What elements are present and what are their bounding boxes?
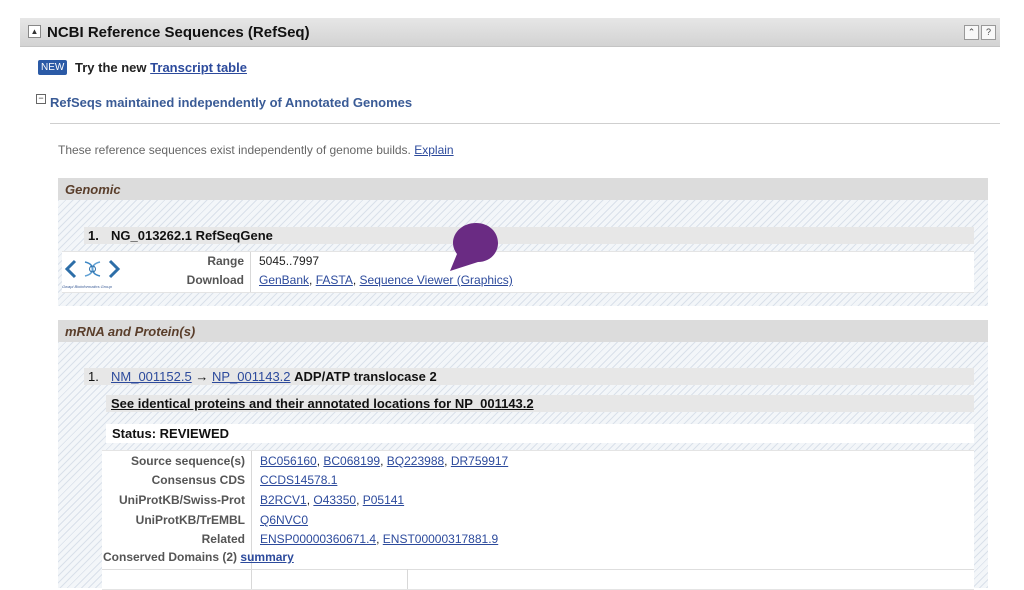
mrna-description: ADP/ATP translocase 2 (294, 369, 437, 384)
source-link[interactable]: DR759917 (451, 454, 508, 468)
conserved-domains: Conserved Domains (2) summary (103, 550, 294, 564)
genomic-item-header: 1. NG_013262.1 RefSeqGene (84, 227, 974, 244)
genomic-item-title: NG_013262.1 RefSeqGene (111, 228, 273, 243)
genomic-details: Gwapi Bioinformatics Group Range 5045..7… (62, 251, 974, 293)
status-text: Status: REVIEWED (112, 426, 230, 441)
trembl-link[interactable]: Q6NVC0 (260, 513, 308, 527)
mrna-item-number: 1. (88, 369, 99, 384)
help-icon[interactable]: ? (981, 25, 996, 40)
arrow-icon: → (195, 369, 209, 384)
ccds-link[interactable]: CCDS14578.1 (260, 473, 337, 487)
uniprot-link[interactable]: P05141 (363, 493, 404, 507)
trembl-links: Q6NVC0 (260, 513, 308, 527)
source-link[interactable]: BC068199 (323, 454, 380, 468)
ensembl-link[interactable]: ENSP00000360671.4 (260, 532, 376, 546)
mrna-details: Source sequence(s) BC056160, BC068199, B… (102, 450, 974, 590)
bioinformatics-logo-icon (64, 259, 121, 279)
nm-accession-link[interactable]: NM_001152.5 (111, 369, 192, 384)
source-link[interactable]: BQ223988 (387, 454, 444, 468)
source-sequences-links: BC056160, BC068199, BQ223988, DR759917 (260, 454, 509, 468)
scroll-top-icon[interactable]: ⌃ (964, 25, 979, 40)
source-sequences-label: Source sequence(s) (130, 454, 245, 468)
collapse-section-icon[interactable]: − (36, 94, 46, 104)
identical-proteins-row: See identical proteins and their annotat… (106, 395, 974, 412)
range-label: Range (207, 254, 244, 268)
identical-proteins-link[interactable]: See identical proteins and their annotat… (111, 396, 534, 411)
conserved-domains-label: Conserved Domains (2) (103, 550, 238, 564)
source-link[interactable]: BC056160 (260, 454, 317, 468)
mrna-item-header: 1. NM_001152.5 → NP_001143.2 ADP/ATP tra… (84, 368, 974, 385)
details-separator (250, 252, 251, 292)
explain-link[interactable]: Explain (414, 143, 453, 157)
divider (50, 123, 1000, 124)
consensus-cds-links: CCDS14578.1 (260, 473, 337, 487)
try-label: Try the new (75, 60, 147, 75)
chat-bubble-icon (450, 223, 498, 271)
details-rule (102, 569, 974, 570)
logo-caption: Gwapi Bioinformatics Group (62, 284, 112, 289)
explain-label: These reference sequences exist independ… (58, 143, 411, 157)
genomic-header: Genomic (58, 178, 988, 200)
uniprot-link[interactable]: O43350 (313, 493, 356, 507)
genomic-header-label: Genomic (65, 182, 121, 197)
ensembl-link[interactable]: ENST00000317881.9 (383, 532, 498, 546)
section-title[interactable]: RefSeqs maintained independently of Anno… (50, 95, 412, 110)
collapse-panel-icon[interactable]: ▲ (28, 25, 41, 38)
genbank-link[interactable]: GenBank (259, 273, 309, 287)
download-links: GenBank, FASTA, Sequence Viewer (Graphic… (259, 273, 513, 287)
try-new-text: Try the new Transcript table (75, 60, 247, 75)
download-label: Download (186, 273, 244, 287)
consensus-cds-label: Consensus CDS (151, 473, 245, 487)
uniprot-link[interactable]: B2RCV1 (260, 493, 307, 507)
swissprot-label: UniProtKB/Swiss-Prot (118, 493, 245, 507)
swissprot-links: B2RCV1, O43350, P05141 (260, 493, 405, 507)
mrna-header: mRNA and Protein(s) (58, 320, 988, 342)
sequence-viewer-link[interactable]: Sequence Viewer (Graphics) (360, 273, 513, 287)
transcript-table-link[interactable]: Transcript table (150, 60, 247, 75)
new-badge: NEW (38, 60, 68, 75)
trembl-label: UniProtKB/TrEMBL (135, 513, 245, 527)
panel-title: NCBI Reference Sequences (RefSeq) (47, 24, 310, 41)
related-links: ENSP00000360671.4, ENST00000317881.9 (260, 532, 499, 546)
details-separator (407, 569, 408, 589)
panel-header: ▲ NCBI Reference Sequences (RefSeq) ⌃ ? (20, 18, 1000, 47)
mrna-item-title: NM_001152.5 → NP_001143.2 ADP/ATP transl… (111, 369, 437, 384)
mrna-header-label: mRNA and Protein(s) (65, 324, 196, 339)
status-box: Status: REVIEWED (106, 424, 974, 443)
np-accession-link[interactable]: NP_001143.2 (212, 369, 291, 384)
genomic-item-number: 1. (88, 228, 99, 243)
fasta-link[interactable]: FASTA (316, 273, 353, 287)
related-label: Related (201, 532, 245, 546)
explain-text: These reference sequences exist independ… (58, 143, 454, 157)
range-value: 5045..7997 (259, 254, 320, 268)
conserved-summary-link[interactable]: summary (240, 550, 293, 564)
